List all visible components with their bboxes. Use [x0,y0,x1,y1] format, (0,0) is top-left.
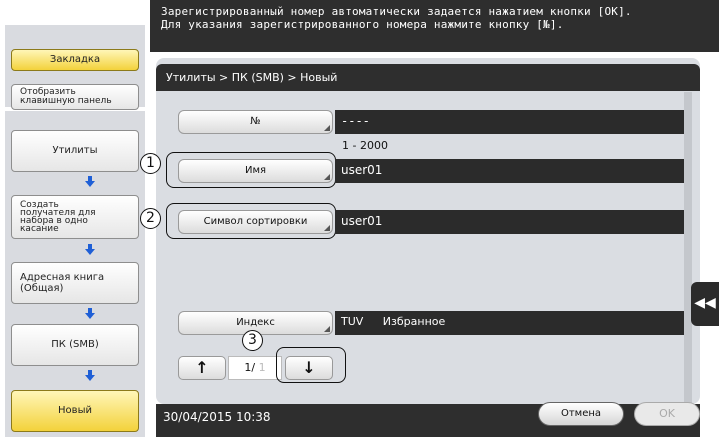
up-arrow-icon: ↑ [195,358,209,377]
down-arrow-icon: ↓ [302,358,316,377]
page-current: 1/ [244,361,256,374]
datetime: 30/04/2015 10:38 [163,410,271,424]
sidebar-item-label: касание [20,224,59,234]
instruction-message: Зарегистрированный номер автоматически з… [150,0,719,52]
page-total: 1 [258,361,266,374]
page-down-button[interactable]: ↓ [285,356,333,380]
number-button[interactable]: № [178,110,333,134]
index-value-2: Избранное [382,315,446,328]
callout-number-2: 2 [140,208,161,229]
left-sidebar: Закладка Отобразить клавишную панель Ути… [0,0,150,437]
sidebar-item-new[interactable]: Новый [11,390,139,432]
name-button[interactable]: Имя [178,159,333,183]
callout-number-1: 1 [140,153,161,174]
sort-symbol-button[interactable]: Символ сортировки [178,210,333,234]
instruction-line1: Зарегистрированный номер автоматически з… [161,5,632,18]
bookmark-button[interactable]: Закладка [11,49,139,71]
number-button-label: № [250,116,261,127]
cancel-button[interactable]: Отмена [538,402,624,426]
sidebar-item-label: (Общая) [20,283,64,294]
flow-arrow-icon [85,244,95,255]
sidebar-item-label: Новый [58,405,92,416]
ok-button[interactable]: OK [634,402,700,426]
index-field[interactable]: TUV Избранное [335,311,684,335]
sidebar-item-address-book[interactable]: Адресная книга (Общая) [11,262,139,304]
page-indicator: 1/ 1 [228,356,282,380]
breadcrumb: Утилиты > ПК (SMB) > Новый [156,64,700,91]
number-field[interactable]: ---- [335,110,684,134]
callout-number-3: 3 [242,330,263,351]
name-field[interactable]: user01 [335,159,684,183]
sidebar-item-label: ПК (SMB) [51,339,99,350]
sort-symbol-field[interactable]: user01 [335,210,684,234]
show-keypad-button[interactable]: Отобразить клавишную панель [11,84,139,110]
collapse-panel-icon[interactable]: ◀◀ [691,282,719,326]
sidebar-item-pc-smb[interactable]: ПК (SMB) [11,324,139,366]
scrollbar[interactable] [684,92,692,404]
flow-arrow-icon [85,308,95,319]
keypad-label-line2: клавишную панель [20,96,112,106]
bookmark-label: Закладка [49,54,101,65]
index-value-1: TUV [341,315,364,328]
sidebar-item-create-onetouch[interactable]: Создать получателя для набора в одно кас… [11,195,139,239]
instruction-line2: Для указания зарегистрированного номера … [161,18,564,31]
flow-arrow-icon [85,370,95,381]
page-up-button[interactable]: ↑ [178,356,226,380]
sidebar-item-label: Адресная книга [20,272,105,283]
sidebar-item-label: Утилиты [52,145,98,156]
sidebar-item-utilities[interactable]: Утилиты [11,130,139,172]
index-button-label: Индекс [236,317,275,328]
number-range: 1 - 2000 [342,139,388,152]
sort-button-label: Символ сортировки [203,216,308,227]
name-button-label: Имя [244,165,267,176]
flow-arrow-icon [85,176,95,187]
